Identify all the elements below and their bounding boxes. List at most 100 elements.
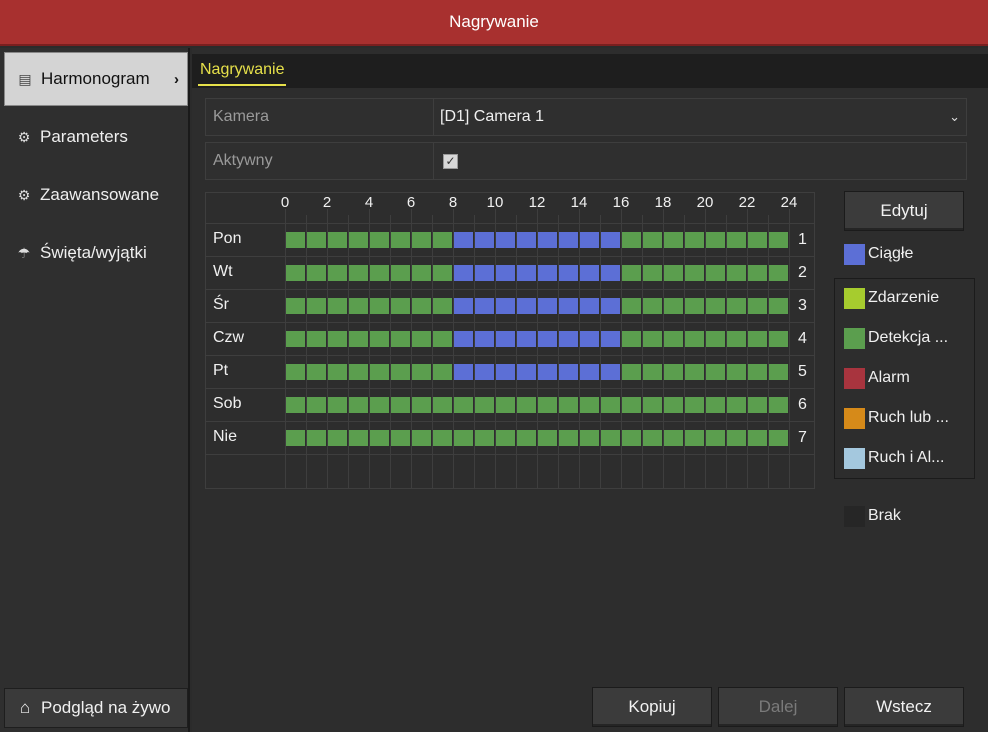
schedule-cell[interactable] — [517, 331, 536, 347]
schedule-cell[interactable] — [517, 298, 536, 314]
schedule-cell[interactable] — [685, 397, 704, 413]
copy-button[interactable]: Kopiuj — [592, 687, 712, 727]
schedule-cell[interactable] — [538, 298, 557, 314]
schedule-cell[interactable] — [622, 364, 641, 380]
sidebar-item-holidays[interactable]: ☂ Święta/wyjątki — [4, 226, 188, 280]
schedule-cell[interactable] — [643, 232, 662, 248]
schedule-cell[interactable] — [727, 331, 746, 347]
schedule-cell[interactable] — [769, 331, 788, 347]
schedule-cell[interactable] — [328, 430, 347, 446]
schedule-cell[interactable] — [664, 331, 683, 347]
schedule-cell[interactable] — [475, 298, 494, 314]
schedule-cell[interactable] — [433, 397, 452, 413]
schedule-cell[interactable] — [454, 430, 473, 446]
schedule-cell[interactable] — [349, 265, 368, 281]
schedule-cell[interactable] — [307, 430, 326, 446]
schedule-cell[interactable] — [664, 430, 683, 446]
schedule-cell[interactable] — [601, 331, 620, 347]
schedule-cell[interactable] — [391, 430, 410, 446]
schedule-cell[interactable] — [601, 397, 620, 413]
schedule-cell[interactable] — [643, 298, 662, 314]
schedule-cell[interactable] — [349, 298, 368, 314]
schedule-cell[interactable] — [475, 364, 494, 380]
edit-button[interactable]: Edytuj — [844, 191, 964, 231]
schedule-cell[interactable] — [643, 430, 662, 446]
schedule-cell[interactable] — [475, 232, 494, 248]
schedule-cell[interactable] — [496, 298, 515, 314]
schedule-cell[interactable] — [748, 232, 767, 248]
enabled-checkbox[interactable]: ✓ — [443, 154, 458, 169]
schedule-cell[interactable] — [769, 265, 788, 281]
schedule-cell[interactable] — [517, 397, 536, 413]
schedule-cell[interactable] — [622, 265, 641, 281]
schedule-cell[interactable] — [559, 298, 578, 314]
schedule-cell[interactable] — [622, 430, 641, 446]
schedule-cell[interactable] — [580, 298, 599, 314]
schedule-cell[interactable] — [685, 364, 704, 380]
schedule-cell[interactable] — [643, 397, 662, 413]
schedule-cell[interactable] — [328, 265, 347, 281]
schedule-cell[interactable] — [307, 331, 326, 347]
schedule-cell[interactable] — [496, 430, 515, 446]
schedule-cell[interactable] — [328, 298, 347, 314]
schedule-cell[interactable] — [286, 331, 305, 347]
schedule-cell[interactable] — [538, 265, 557, 281]
schedule-cell[interactable] — [496, 232, 515, 248]
schedule-cell[interactable] — [349, 331, 368, 347]
schedule-cell[interactable] — [601, 265, 620, 281]
camera-select[interactable]: [D1] Camera 1 — [440, 99, 544, 135]
schedule-cell[interactable] — [475, 397, 494, 413]
schedule-cell[interactable] — [706, 397, 725, 413]
schedule-cell[interactable] — [622, 232, 641, 248]
schedule-cell[interactable] — [370, 430, 389, 446]
schedule-cell[interactable] — [412, 364, 431, 380]
schedule-cell[interactable] — [559, 265, 578, 281]
schedule-cell[interactable] — [433, 298, 452, 314]
schedule-cell[interactable] — [328, 232, 347, 248]
schedule-cell[interactable] — [685, 232, 704, 248]
schedule-cell[interactable] — [727, 265, 746, 281]
chevron-down-icon[interactable]: ⌄ — [949, 99, 960, 135]
schedule-cell[interactable] — [496, 364, 515, 380]
sidebar-item-parameters[interactable]: ⚙ Parameters — [4, 110, 188, 164]
schedule-cell[interactable] — [286, 298, 305, 314]
schedule-cell[interactable] — [370, 331, 389, 347]
schedule-cell[interactable] — [286, 232, 305, 248]
schedule-cell[interactable] — [748, 298, 767, 314]
schedule-cell[interactable] — [307, 232, 326, 248]
schedule-cell[interactable] — [727, 232, 746, 248]
next-button[interactable]: Dalej — [718, 687, 838, 727]
schedule-cell[interactable] — [580, 430, 599, 446]
schedule-cell[interactable] — [664, 364, 683, 380]
schedule-cell[interactable] — [517, 430, 536, 446]
schedule-cell[interactable] — [433, 331, 452, 347]
schedule-cell[interactable] — [685, 298, 704, 314]
schedule-cell[interactable] — [412, 331, 431, 347]
schedule-cell[interactable] — [307, 265, 326, 281]
schedule-cell[interactable] — [349, 364, 368, 380]
schedule-cell[interactable] — [349, 232, 368, 248]
schedule-cell[interactable] — [748, 265, 767, 281]
schedule-cell[interactable] — [580, 364, 599, 380]
schedule-cell[interactable] — [328, 397, 347, 413]
schedule-cell[interactable] — [433, 265, 452, 281]
schedule-cell[interactable] — [622, 298, 641, 314]
schedule-cell[interactable] — [286, 397, 305, 413]
schedule-cell[interactable] — [475, 331, 494, 347]
schedule-cell[interactable] — [286, 364, 305, 380]
schedule-cell[interactable] — [769, 364, 788, 380]
schedule-cell[interactable] — [370, 265, 389, 281]
schedule-cell[interactable] — [643, 331, 662, 347]
schedule-cell[interactable] — [664, 298, 683, 314]
schedule-cell[interactable] — [538, 397, 557, 413]
schedule-cell[interactable] — [391, 232, 410, 248]
schedule-cell[interactable] — [601, 232, 620, 248]
schedule-cell[interactable] — [412, 265, 431, 281]
schedule-cell[interactable] — [622, 331, 641, 347]
schedule-cell[interactable] — [685, 265, 704, 281]
schedule-cell[interactable] — [496, 331, 515, 347]
schedule-cell[interactable] — [706, 364, 725, 380]
schedule-cell[interactable] — [307, 298, 326, 314]
schedule-cell[interactable] — [727, 298, 746, 314]
schedule-cell[interactable] — [454, 298, 473, 314]
